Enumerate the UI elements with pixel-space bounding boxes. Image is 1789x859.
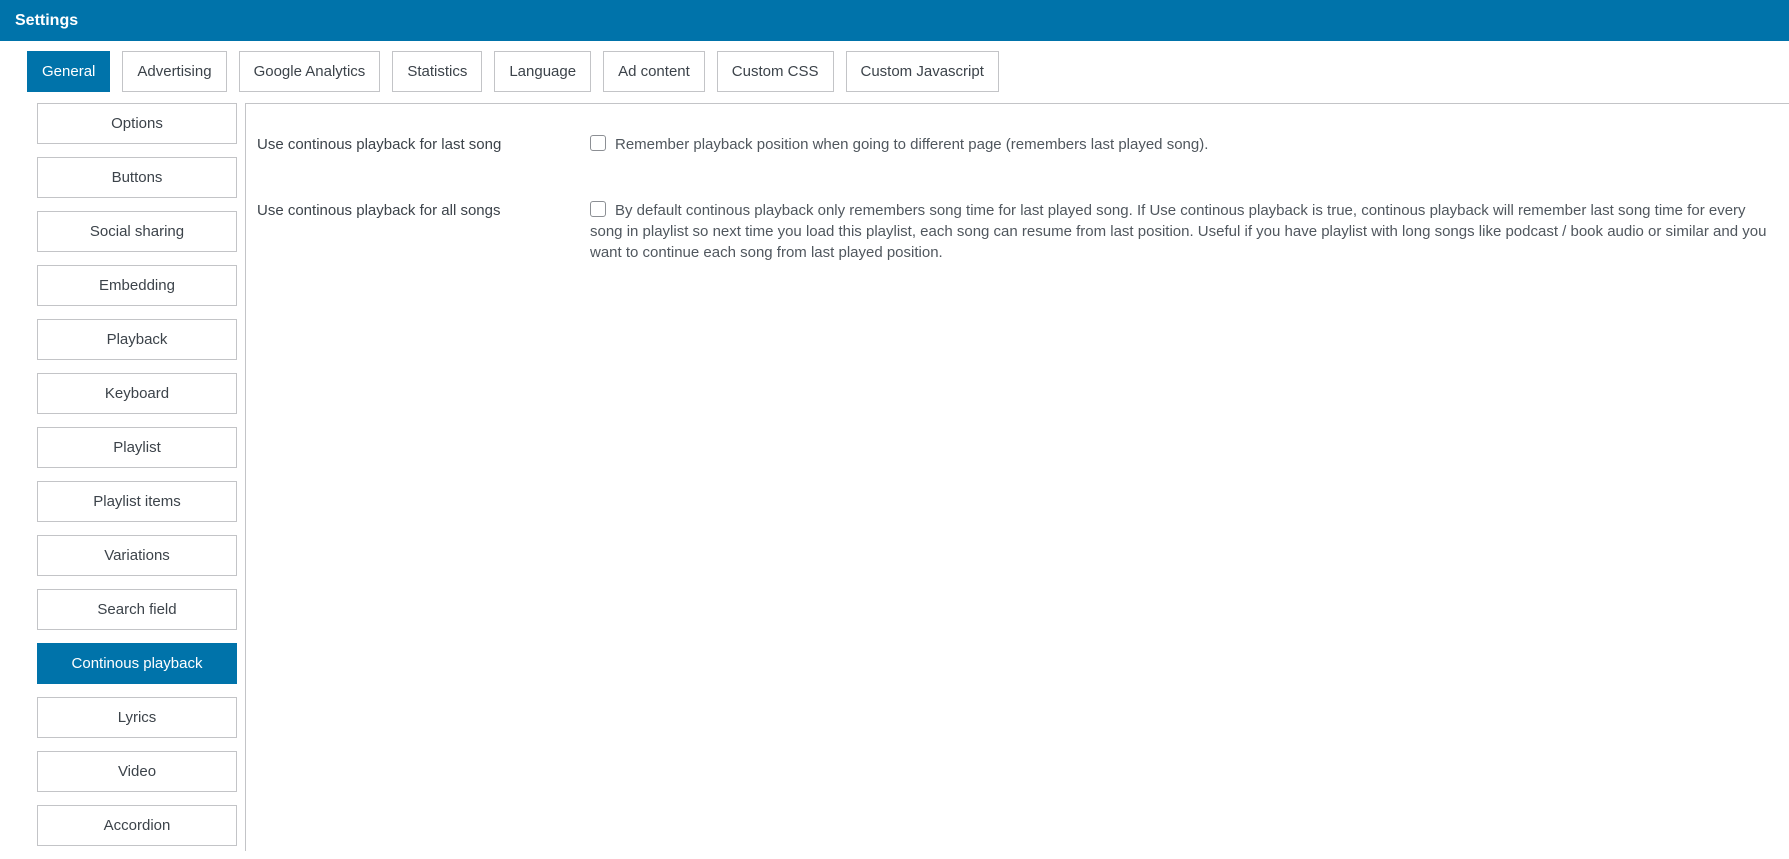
sidebar-item-continous-playback[interactable]: Continous playback [37,643,237,684]
sidebar-item-lyrics[interactable]: Lyrics [37,697,237,738]
setting-description: Remember playback position when going to… [615,136,1209,153]
tab-ad-content[interactable]: Ad content [603,51,705,92]
tab-custom-javascript[interactable]: Custom Javascript [845,51,999,92]
settings-sidebar: Options Buttons Social sharing Embedding… [37,103,237,859]
tab-custom-css[interactable]: Custom CSS [716,51,834,92]
sidebar-item-social-sharing[interactable]: Social sharing [37,211,237,252]
sidebar-item-playback[interactable]: Playback [37,319,237,360]
tab-advertising[interactable]: Advertising [122,51,227,92]
sidebar-item-video[interactable]: Video [37,751,237,792]
setting-field: By default continous playback only remem… [590,200,1779,263]
tab-general[interactable]: General [27,51,111,92]
sidebar-item-search-field[interactable]: Search field [37,589,237,630]
settings-panel: Use continous playback for last song Rem… [245,103,1789,851]
setting-field: Remember playback position when going to… [590,134,1779,155]
sidebar-item-variations[interactable]: Variations [37,535,237,576]
sidebar-item-embedding[interactable]: Embedding [37,265,237,306]
setting-label: Use continous playback for last song [257,136,502,153]
settings-tabs: General Advertising Google Analytics Sta… [27,51,1011,92]
tab-language[interactable]: Language [494,51,592,92]
sidebar-item-playlist[interactable]: Playlist [37,427,237,468]
page-title: Settings [15,12,79,29]
tab-statistics[interactable]: Statistics [392,51,483,92]
sidebar-item-options[interactable]: Options [37,103,237,144]
tab-google-analytics[interactable]: Google Analytics [238,51,381,92]
sidebar-item-buttons[interactable]: Buttons [37,157,237,198]
settings-header: Settings [0,0,1789,41]
continous-playback-all-songs-checkbox[interactable] [590,201,606,217]
sidebar-item-accordion[interactable]: Accordion [37,805,237,846]
sidebar-item-keyboard[interactable]: Keyboard [37,373,237,414]
setting-label: Use continous playback for all songs [257,202,501,219]
setting-description: By default continous playback only remem… [590,202,1767,261]
sidebar-item-playlist-items[interactable]: Playlist items [37,481,237,522]
continous-playback-last-song-checkbox[interactable] [590,135,606,151]
